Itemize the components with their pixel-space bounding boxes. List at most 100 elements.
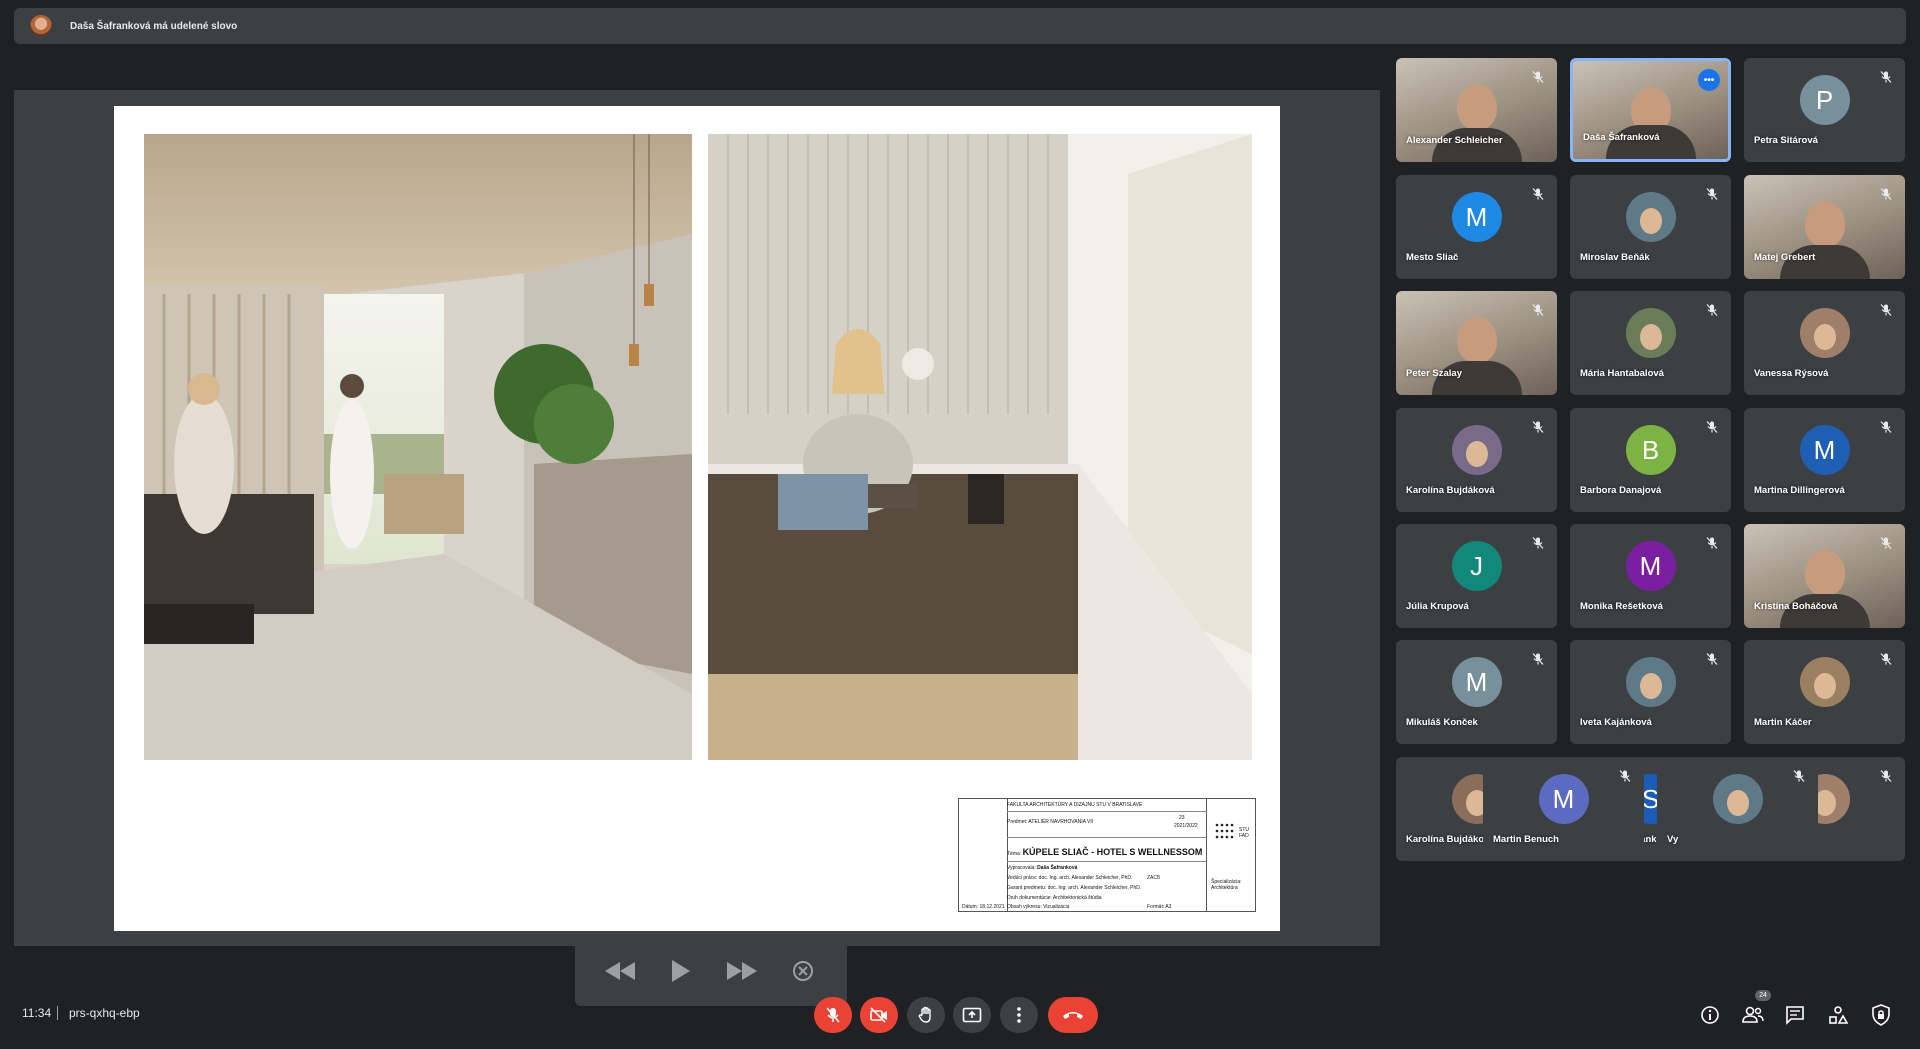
participant-tile[interactable]: M Mikuláš Konček [1396,640,1557,744]
meeting-details-button[interactable] [1698,1003,1722,1027]
participant-name: Alexander Schleicher [1406,135,1503,146]
interior-render-bedroom [708,134,1252,760]
participant-avatar [1712,774,1763,824]
participant-initial: M [1465,201,1488,232]
title-block-author-value: Daša Šafranková [1037,865,1078,871]
play-button[interactable] [659,949,703,993]
participant-name: Martin Káčer [1754,717,1812,728]
participant-tile[interactable]: Miroslav Beňák [1570,175,1731,279]
people-count-badge: 24 [1755,990,1771,1001]
participant-tile[interactable]: M Martina Dillingerová [1744,408,1905,512]
participant-name: Mesto Sliač [1406,252,1459,263]
participant-avatar [1625,308,1676,358]
participant-tile[interactable]: M Mesto Sliač [1396,175,1557,279]
participant-tile[interactable]: M Martin Benuch [1483,757,1644,861]
mic-off-icon [1879,652,1893,666]
participant-tile[interactable]: Mária Hantabalová [1570,291,1731,395]
participant-tile[interactable]: Iveta Kajánková [1570,640,1731,744]
chat-button[interactable] [1783,1003,1807,1027]
mic-off-icon [1705,652,1719,666]
participant-avatar: M [1451,192,1502,242]
participant-avatar: M [1538,774,1589,824]
participant-initial: P [1815,84,1834,115]
mic-off-icon [1879,769,1893,783]
mic-off-icon [1618,769,1632,783]
participant-name: Barbora Danajová [1580,485,1662,496]
speaker-banner: Daša Šafranková má udelené slovo [14,8,1906,44]
participant-avatar: M [1451,657,1502,707]
microphone-toggle-button[interactable] [814,997,852,1033]
participant-name: Peter Szalay [1406,368,1462,379]
participant-initial: M [1552,783,1575,814]
title-block-theme: Téma: KÚPELE SLIAČ - HOTEL S WELLNESSOM [1007,847,1202,857]
mic-off-icon [1792,769,1806,783]
tile-more-options-icon[interactable]: ••• [1698,69,1720,91]
participant-tile[interactable]: ••• Daša Šafranková [1570,58,1731,162]
more-options-icon [1017,1007,1021,1023]
present-now-button[interactable] [953,997,991,1033]
title-block-sheet: 23 [1179,815,1185,821]
raise-hand-button[interactable] [907,997,945,1033]
title-block-theme-value: KÚPELE SLIAČ - HOTEL S WELLNESSOM [1022,847,1203,857]
participant-tile[interactable]: Karolína Bujdáková [1396,408,1557,512]
title-block-school: FAKULTA ARCHITEKTÚRY A DIZAJNU STU V BRA… [1007,802,1143,808]
participant-name: Matej Grebert [1754,252,1816,263]
title-block-rule [1007,811,1207,812]
close-circle-icon [792,961,813,981]
people-button[interactable] [1741,1003,1765,1027]
title-block-divider [1206,799,1207,911]
participant-name: Daša Šafranková [1583,132,1660,143]
title-block-logo-text: STU FAD [1239,827,1249,839]
participant-tile[interactable]: Vy [1657,757,1818,861]
participant-tile[interactable]: Matej Grebert [1744,175,1905,279]
participant-tile[interactable]: Peter Szalay [1396,291,1557,395]
fast-forward-button[interactable] [720,949,764,993]
close-media-button[interactable] [781,949,825,993]
participant-name: Iveta Kajánková [1580,717,1652,728]
participant-name: Kristína Boháčová [1754,601,1838,612]
mic-off-icon [1531,187,1545,201]
participant-avatar [1625,657,1676,707]
title-block-subject-value: ATELIÉR NAVRHOVANIA VII [1028,819,1094,825]
participant-tile[interactable]: M Monika Rešetková [1570,524,1731,628]
participant-initial: M [1465,666,1488,697]
leave-call-button[interactable] [1048,997,1098,1033]
rewind-button[interactable] [598,949,642,993]
chat-icon [1786,1006,1804,1025]
mic-off-icon [1531,652,1545,666]
host-controls-button[interactable] [1869,1003,1893,1027]
stu-fad-logo [1215,823,1235,839]
participant-avatar [1799,657,1850,707]
speaker-banner-text: Daša Šafranková má udelené slovo [70,20,238,32]
title-block-subject: Predmet: ATELIÉR NAVRHOVANIA VII [1007,819,1093,825]
participant-name: Vy [1667,834,1679,845]
participant-tile[interactable]: J Júlia Krupová [1396,524,1557,628]
participant-avatar [1451,425,1502,475]
participant-tile[interactable]: Martin Káčer [1744,640,1905,744]
participant-name: Martina Dillingerová [1754,485,1845,496]
participant-tile[interactable]: Alexander Schleicher [1396,58,1557,162]
participant-avatar [1799,308,1850,358]
participant-tile[interactable]: B Barbora Danajová [1570,408,1731,512]
participant-avatar: B [1625,425,1676,475]
host-controls-icon [1872,1004,1890,1026]
participant-avatar: M [1799,425,1850,475]
participant-tile[interactable]: P Petra Sitárová [1744,58,1905,162]
title-block-subject-label: Predmet: [1007,819,1028,825]
participant-tile[interactable]: Kristína Boháčová [1744,524,1905,628]
title-block-year: 2021/2022 [1174,823,1198,829]
participant-tile[interactable]: Vanessa Rýsová [1744,291,1905,395]
mic-off-icon [1705,303,1719,317]
title-block-author-label: Vypracovala: [1007,865,1036,871]
title-block-rule [1007,837,1207,838]
camera-toggle-button[interactable] [860,997,898,1033]
raise-hand-icon [918,1006,931,1023]
mic-off-icon [1531,420,1545,434]
mic-off-icon [1879,536,1893,550]
participant-avatar [1625,192,1676,242]
title-block-specialization: Špecializácia: Architektúra [1211,879,1242,891]
activities-button[interactable] [1826,1003,1850,1027]
participant-name: Mária Hantabalová [1580,368,1664,379]
footer-separator [57,1006,58,1020]
more-options-button[interactable] [1000,997,1038,1033]
